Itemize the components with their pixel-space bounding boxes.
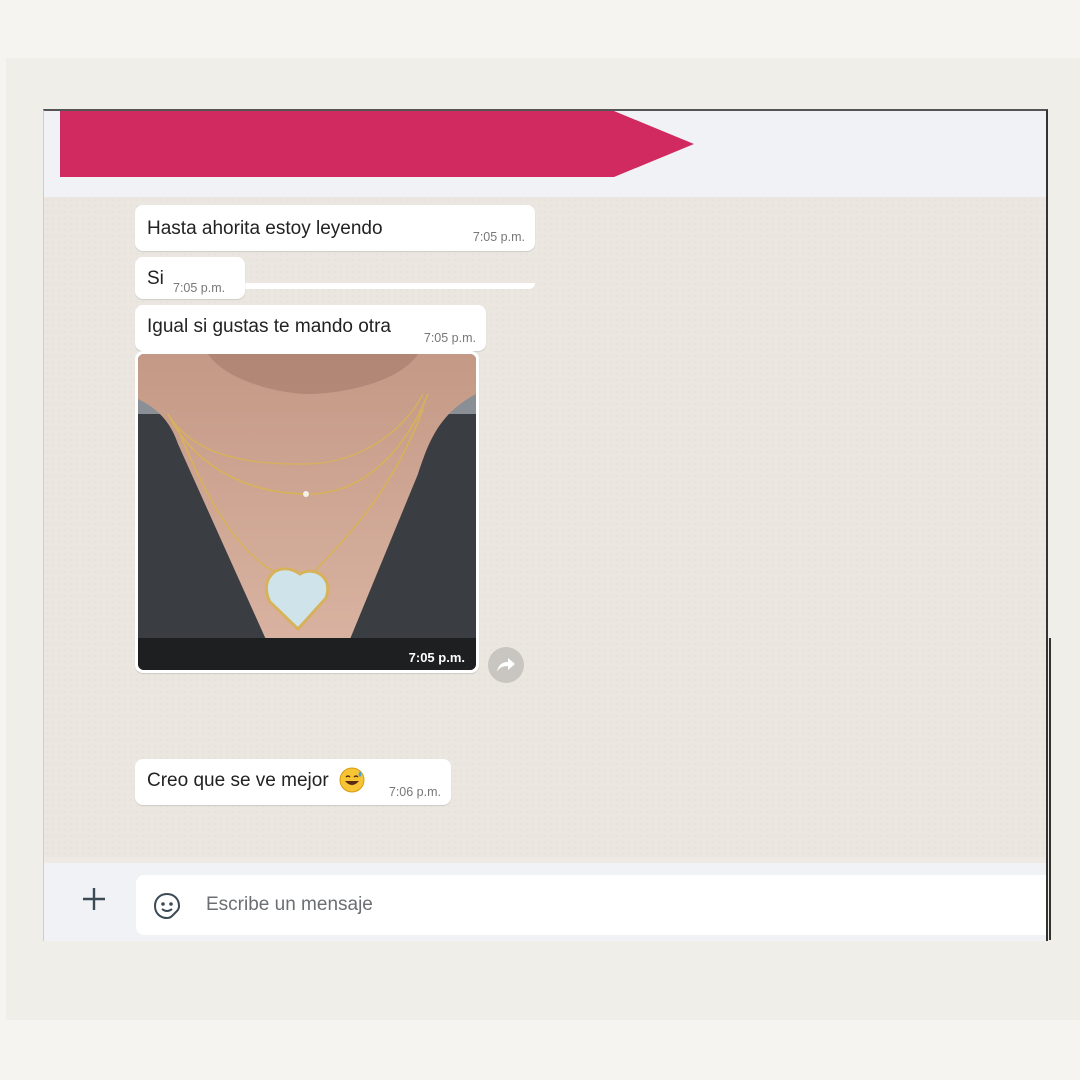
message-input[interactable]: Escribe un mensaje: [136, 875, 1046, 935]
page-edge: [1048, 638, 1080, 938]
attach-button[interactable]: [74, 879, 114, 919]
chat-header: [44, 111, 1046, 197]
message-bubble: Igual si gustas te mando otra 7:05 p.m.: [135, 305, 486, 351]
image-message[interactable]: 7:05 p.m.: [135, 351, 479, 673]
message-text: Creo que se ve mejor: [147, 770, 329, 791]
message-text: Si: [147, 268, 164, 289]
composer-bar: Escribe un mensaje: [44, 863, 1046, 941]
message-list: Hasta ahorita estoy leyendo 7:05 p.m. Si…: [44, 197, 1046, 857]
message-text: Hasta ahorita estoy leyendo: [147, 218, 383, 239]
message-time: 7:06 p.m.: [388, 785, 441, 799]
message-bubble: Hasta ahorita estoy leyendo 7:05 p.m.: [135, 205, 535, 251]
page-edge-line: [1049, 638, 1051, 940]
sticker-icon[interactable]: [152, 891, 182, 921]
message-time: 7:05 p.m.: [173, 281, 226, 295]
grinning-sweat-emoji: [339, 767, 365, 793]
message-text: Igual si gustas te mando otra: [147, 316, 391, 337]
plus-icon: [83, 888, 105, 910]
message-bubble: Creo que se ve mejor 7:06 p.m.: [135, 759, 451, 805]
message-time: 7:05 p.m.: [423, 331, 476, 345]
message-input-placeholder: Escribe un mensaje: [206, 894, 373, 915]
message-bubble: Si 7:05 p.m.: [135, 257, 245, 299]
forward-button[interactable]: [488, 647, 524, 683]
redaction-banner: [60, 111, 694, 177]
necklace-photo[interactable]: [138, 354, 476, 670]
message-time: 7:05 p.m.: [408, 650, 465, 665]
message-time: 7:05 p.m.: [472, 230, 525, 244]
forward-icon: [497, 658, 515, 672]
chat-window: Hasta ahorita estoy leyendo 7:05 p.m. Si…: [43, 109, 1048, 941]
